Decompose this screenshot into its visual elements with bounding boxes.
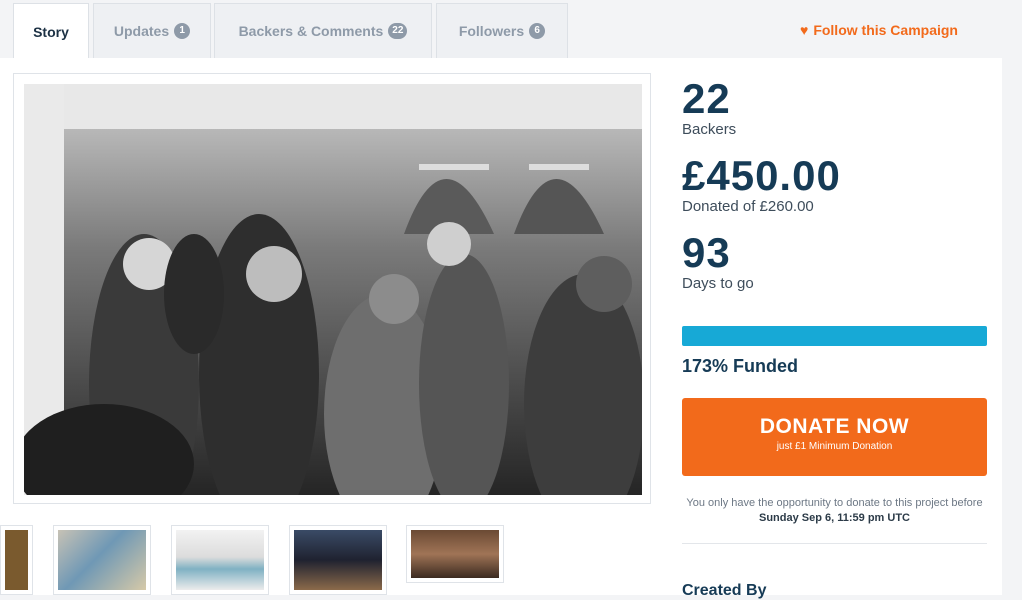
campaign-stats: 22 Backers £450.00 Donated of £260.00 93… (682, 75, 987, 293)
updates-count-badge: 1 (174, 23, 191, 39)
thumbnail-image (5, 530, 28, 590)
thumbnail-image (58, 530, 146, 590)
backers-count: 22 (682, 75, 731, 122)
donate-button-sublabel: just £1 Minimum Donation (776, 441, 893, 452)
donate-button-label: DONATE NOW (759, 415, 910, 438)
thumbnail-image (176, 530, 264, 590)
gallery-thumbnail[interactable] (53, 525, 151, 595)
follow-campaign-label: Follow this Campaign (813, 22, 958, 38)
campaign-content: 22 Backers £450.00 Donated of £260.00 93… (0, 58, 1002, 599)
tab-story[interactable]: Story (13, 3, 89, 59)
main-media-frame (13, 73, 651, 504)
funding-progress-fill (682, 326, 987, 346)
gallery-thumbnail[interactable] (406, 525, 504, 583)
thumbnail-image (294, 530, 382, 590)
tab-followers-label: Followers (458, 23, 525, 39)
gallery-thumbnail[interactable] (171, 525, 269, 595)
gallery-thumbnail[interactable] (289, 525, 387, 595)
created-by-heading: Created By (682, 582, 767, 599)
deadline-date: Sunday Sep 6, 11:59 pm UTC (759, 512, 910, 524)
tab-followers[interactable]: Followers 6 (436, 3, 568, 58)
tab-updates[interactable]: Updates 1 (93, 3, 211, 58)
campaign-photo[interactable] (24, 84, 642, 495)
donated-amount: £450.00 (682, 152, 841, 199)
backers-label: Backers (682, 121, 737, 138)
followers-count-badge: 6 (529, 23, 546, 39)
backers-count-badge: 22 (388, 23, 408, 39)
donated-goal-label: Donated of £260.00 (682, 198, 814, 215)
deadline-note: You only have the opportunity to donate … (682, 496, 987, 526)
funded-percent: 173% Funded (682, 356, 799, 376)
heart-icon: ♥ (800, 22, 809, 38)
tab-story-label: Story (33, 23, 69, 40)
divider (682, 543, 987, 544)
thumbnail-image (411, 530, 499, 578)
tab-backers-label: Backers & Comments (238, 23, 384, 39)
deadline-note-text: You only have the opportunity to donate … (686, 497, 983, 509)
days-to-go-label: Days to go (682, 275, 754, 292)
gallery-thumbnail[interactable] (0, 525, 33, 595)
follow-campaign-link[interactable]: ♥ Follow this Campaign (800, 22, 958, 38)
tab-backers-comments[interactable]: Backers & Comments 22 (214, 3, 432, 58)
party-photo-image (24, 84, 642, 495)
donate-now-button[interactable]: DONATE NOW just £1 Minimum Donation (682, 398, 987, 476)
funding-progress-bar (682, 326, 987, 346)
tab-updates-label: Updates (113, 23, 170, 39)
days-remaining: 93 (682, 229, 731, 276)
